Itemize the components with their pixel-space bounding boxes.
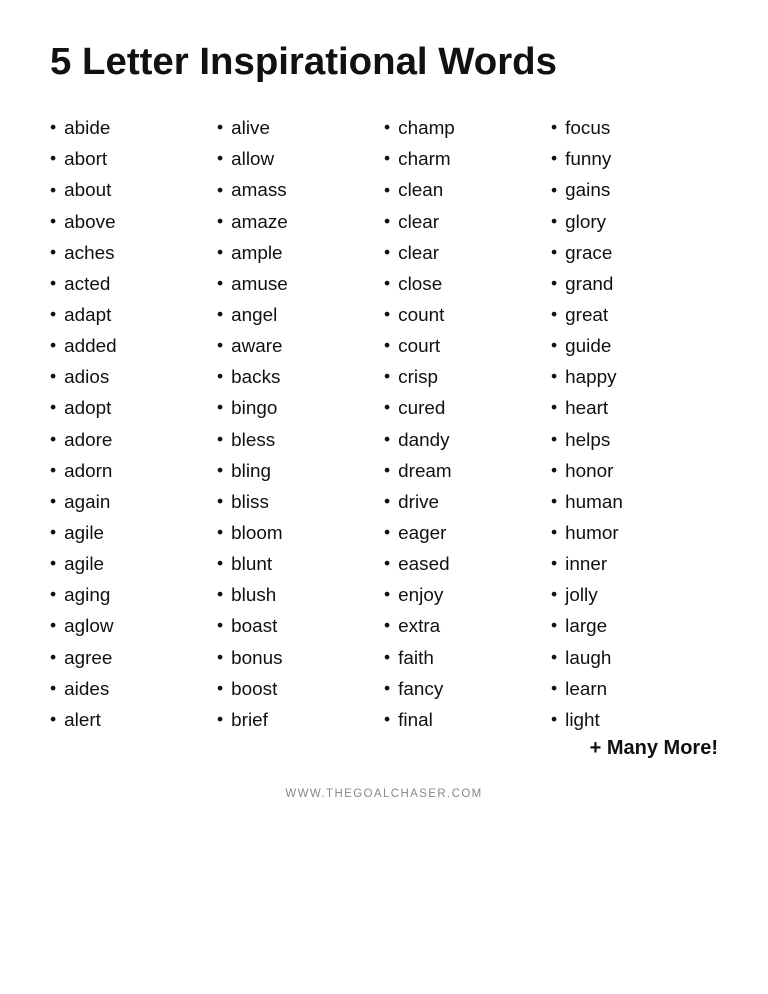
word-item: grand	[551, 268, 718, 299]
word-item: blunt	[217, 548, 384, 579]
word-item: above	[50, 206, 217, 237]
word-item: bonus	[217, 642, 384, 673]
word-item: honor	[551, 455, 718, 486]
word-item: bling	[217, 455, 384, 486]
word-item: bloom	[217, 517, 384, 548]
word-item: charm	[384, 143, 551, 174]
word-item: abide	[50, 112, 217, 143]
word-item: faith	[384, 642, 551, 673]
word-item: close	[384, 268, 551, 299]
word-item: clear	[384, 237, 551, 268]
word-item: added	[50, 330, 217, 361]
word-item: amuse	[217, 268, 384, 299]
word-item: final	[384, 704, 551, 735]
word-item: adore	[50, 424, 217, 455]
word-item: dream	[384, 455, 551, 486]
word-item: helps	[551, 424, 718, 455]
word-item: bingo	[217, 392, 384, 423]
word-item: brief	[217, 704, 384, 735]
word-item: backs	[217, 361, 384, 392]
word-item: happy	[551, 361, 718, 392]
word-item: bliss	[217, 486, 384, 517]
word-item: agree	[50, 642, 217, 673]
word-item: acted	[50, 268, 217, 299]
word-item: abort	[50, 143, 217, 174]
word-item: boast	[217, 610, 384, 641]
word-item: enjoy	[384, 579, 551, 610]
word-item: funny	[551, 143, 718, 174]
word-item: clean	[384, 174, 551, 205]
word-item: count	[384, 299, 551, 330]
word-item: focus	[551, 112, 718, 143]
word-item: aides	[50, 673, 217, 704]
word-item: bless	[217, 424, 384, 455]
word-item: gains	[551, 174, 718, 205]
word-column-2: aliveallowamassamazeampleamuseangelaware…	[217, 112, 384, 735]
word-item: blush	[217, 579, 384, 610]
page-title: 5 Letter Inspirational Words	[50, 40, 718, 84]
word-item: allow	[217, 143, 384, 174]
word-item: aware	[217, 330, 384, 361]
word-column-4: focusfunnygainsglorygracegrandgreatguide…	[551, 112, 718, 735]
word-item: great	[551, 299, 718, 330]
word-item: ample	[217, 237, 384, 268]
word-item: guide	[551, 330, 718, 361]
word-item: crisp	[384, 361, 551, 392]
word-item: court	[384, 330, 551, 361]
word-item: aches	[50, 237, 217, 268]
word-item: agile	[50, 548, 217, 579]
word-item: adorn	[50, 455, 217, 486]
word-item: about	[50, 174, 217, 205]
word-item: adapt	[50, 299, 217, 330]
footer-text: WWW.THEGOALCHASER.COM	[50, 788, 718, 800]
word-item: drive	[384, 486, 551, 517]
word-item: aglow	[50, 610, 217, 641]
word-item: alert	[50, 704, 217, 735]
word-item: large	[551, 610, 718, 641]
more-label: + Many More!	[50, 737, 718, 760]
word-item: amaze	[217, 206, 384, 237]
word-item: again	[50, 486, 217, 517]
word-column-1: abideabortaboutaboveachesactedadaptadded…	[50, 112, 217, 735]
word-item: aging	[50, 579, 217, 610]
word-item: humor	[551, 517, 718, 548]
word-item: amass	[217, 174, 384, 205]
word-item: extra	[384, 610, 551, 641]
word-item: champ	[384, 112, 551, 143]
word-item: boost	[217, 673, 384, 704]
word-item: heart	[551, 392, 718, 423]
word-item: glory	[551, 206, 718, 237]
word-item: cured	[384, 392, 551, 423]
word-item: jolly	[551, 579, 718, 610]
word-item: eased	[384, 548, 551, 579]
word-item: dandy	[384, 424, 551, 455]
word-item: eager	[384, 517, 551, 548]
word-item: light	[551, 704, 718, 735]
word-item: learn	[551, 673, 718, 704]
word-item: human	[551, 486, 718, 517]
word-item: clear	[384, 206, 551, 237]
word-item: laugh	[551, 642, 718, 673]
word-item: inner	[551, 548, 718, 579]
word-item: adios	[50, 361, 217, 392]
word-item: alive	[217, 112, 384, 143]
word-item: angel	[217, 299, 384, 330]
word-item: agile	[50, 517, 217, 548]
word-item: grace	[551, 237, 718, 268]
word-grid: abideabortaboutaboveachesactedadaptadded…	[50, 112, 718, 735]
word-column-3: champcharmcleanclearclearclosecountcourt…	[384, 112, 551, 735]
word-item: adopt	[50, 392, 217, 423]
word-item: fancy	[384, 673, 551, 704]
